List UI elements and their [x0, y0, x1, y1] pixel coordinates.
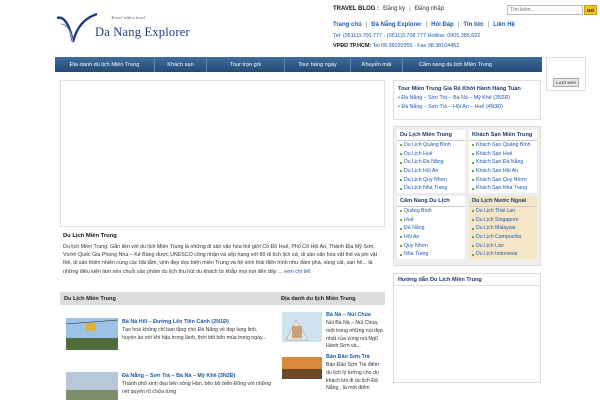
banner-slideshow[interactable] — [60, 80, 385, 227]
category-grid: Du Lịch Miền Trung Du Lịch Quảng Bình Du… — [393, 126, 541, 266]
contact-line-hcm: VPĐD TP.HCM: Tel 08.36020355 - Fax 08.38… — [333, 43, 459, 49]
category-link[interactable]: Quy Nhơn — [397, 242, 465, 251]
intro-title: Du Lịch Miền Trung — [63, 233, 117, 239]
category-link[interactable]: Khách Sạn Nha Trang — [469, 184, 537, 193]
category-link[interactable]: Quảng Bình — [397, 207, 465, 216]
post-title[interactable]: Bà Nà Hill – Đường Lên Tiên Cảnh (2N1Đ) — [122, 319, 229, 325]
search-button[interactable]: GO — [584, 5, 597, 15]
weekly-tours-title: Tour Miền Trung Giá Rẻ Khởi Hành Hàng Tu… — [398, 86, 521, 92]
category-link[interactable]: Du Lịch Campuchia — [469, 233, 537, 242]
post-thumbnail-ban-dao-son-tra[interactable] — [282, 357, 322, 379]
post-thumbnail-bana-hill[interactable] — [66, 318, 118, 350]
category-link[interactable]: Du Lịch Nha Trang — [397, 184, 465, 193]
topnav-news[interactable]: Tin tức — [463, 22, 483, 28]
topnav-separator: | — [425, 22, 428, 28]
category-link[interactable]: Du Lịch Lào — [469, 242, 537, 251]
category-link[interactable]: Du Lịch Quảng Bình — [397, 141, 465, 150]
header: Travel with a local Da Nang Explorer TRA… — [0, 0, 600, 56]
logo-swoosh-icon — [56, 12, 98, 43]
mainnav-destinations[interactable]: Địa danh du lịch Miền Trung — [55, 57, 155, 72]
search-input[interactable] — [507, 5, 583, 15]
contact-hcm-label: VPĐD TP.HCM: — [333, 43, 372, 49]
topnav-contact[interactable]: Liên Hệ — [493, 22, 515, 28]
left-box-title: Du Lịch Miền Trung — [64, 295, 116, 302]
logo[interactable]: Travel with a local Da Nang Explorer — [55, 12, 195, 50]
intro-read-more-link[interactable]: xem chi tiết — [284, 269, 311, 275]
post-excerpt: Thành phố xinh đẹp bên sông Hàn, bên bờ … — [122, 381, 272, 395]
category-link[interactable]: Khách Sạn Quảng Bình — [469, 141, 537, 150]
topnav-separator: | — [365, 22, 368, 28]
search-form: GO — [507, 5, 597, 15]
category-link[interactable]: Du Lịch Singapore — [469, 216, 537, 225]
logo-brand: Da Nang Explorer — [95, 25, 190, 39]
post-excerpt: Núi Bà Nà – Núi Chúa, một trong những nú… — [326, 320, 383, 350]
topnav-explorer[interactable]: Đà Nẵng Explorer — [371, 22, 421, 28]
category-link[interactable]: Hội An — [397, 233, 465, 242]
category-link[interactable]: Du Lịch Huế — [397, 150, 465, 159]
login-link[interactable]: Đăng nhập — [415, 6, 444, 12]
mainnav-travel-guide[interactable]: Cẩm nang du lịch Miền Trung — [403, 57, 508, 72]
post-excerpt: Tạo hoá không chỉ ban tặng cho Đà Nẵng v… — [122, 327, 267, 341]
category-column-central-travel: Du Lịch Miền Trung Du Lịch Quảng Bình Du… — [397, 130, 465, 194]
category-link[interactable]: Khách Sạn Quy Nhơn — [469, 176, 537, 185]
category-link[interactable]: Khách Sạn Hội An — [469, 167, 537, 176]
mid-box-title: Địa danh du lịch Miền Trung — [281, 295, 356, 302]
category-column-hotels: Khách Sạn Miền Trung Khách Sạn Quảng Bìn… — [469, 130, 537, 194]
mid-box-header: Địa danh du lịch Miền Trung — [277, 292, 385, 305]
guide-box-title: Hướng dẫn Du Lịch Miền Trung — [394, 274, 540, 286]
category-link[interactable]: Du Lịch Đà Nẵng — [397, 158, 465, 167]
contact-line-danang: Tel: (0511)3.700.777 - (0511)3.708.777 H… — [333, 33, 481, 39]
category-link[interactable]: Khách Sạn Huế — [469, 150, 537, 159]
weekly-tour-label: Đà Nẵng – Sơn Trà – Bà Nà – Mỹ Khê (3N2Đ… — [401, 95, 511, 101]
mainnav-package-tours[interactable]: Tour trọn gói — [207, 57, 285, 72]
post-thumbnail-nui-chua[interactable] — [282, 312, 322, 342]
top-navigation: Trang chủ | Đà Nẵng Explorer | Hỏi Đáp |… — [333, 22, 515, 28]
intro-paragraph: Du lịch Miền Trung: Gắn liền với du lịch… — [63, 244, 378, 275]
side-widget-button[interactable]: Lượt xem — [553, 78, 579, 87]
topnav-separator: | — [487, 22, 490, 28]
weekly-tour-item[interactable]: • Đà Nẵng – Sơn Trà – Hội An – Huế (4N3Đ… — [398, 104, 536, 110]
post-excerpt: Bán Đảo Sơn Trà điểm du lịch lý tưởng ch… — [326, 362, 379, 392]
guide-box: Hướng dẫn Du Lịch Miền Trung — [393, 273, 541, 383]
category-link[interactable]: Du Lịch Malaysia — [469, 224, 537, 233]
post-title[interactable]: Bà Nà – Núi Chúa — [326, 312, 371, 318]
category-link[interactable]: Đà Nẵng — [397, 224, 465, 233]
post-title[interactable]: Bán Đảo Sơn Trà — [326, 354, 370, 360]
mainnav-promotions[interactable]: Khuyến mãi — [351, 57, 403, 72]
category-link[interactable]: Du Lịch Thái Lan — [469, 207, 537, 216]
contact-hcm-numbers: Tel 08.36020355 - Fax 08.38104452 — [371, 43, 460, 49]
main-navigation: Địa danh du lịch Miền Trung Khách sạn To… — [55, 57, 542, 72]
logo-tagline: Travel with a local — [111, 15, 145, 20]
topnav-separator: | — [457, 22, 460, 28]
category-header[interactable]: Du Lịch Miền Trung — [397, 130, 465, 141]
category-header[interactable]: Cẩm Nang Du Lịch — [397, 196, 465, 207]
mainnav-hotels[interactable]: Khách sạn — [155, 57, 207, 72]
topbar-title: TRAVEL BLOG : — [333, 6, 380, 12]
mainnav-daily-tours[interactable]: Tour hàng ngày — [285, 57, 351, 72]
category-link[interactable]: Du Lịch Quy Nhơn — [397, 176, 465, 185]
category-header[interactable]: Khách Sạn Miền Trung — [469, 130, 537, 141]
category-link[interactable]: Du Lịch Hội An — [397, 167, 465, 176]
category-link[interactable]: Huế — [397, 216, 465, 225]
topbar-separator: | — [409, 6, 411, 12]
topnav-faq[interactable]: Hỏi Đáp — [431, 22, 454, 28]
topnav-home[interactable]: Trang chủ — [333, 22, 362, 28]
category-link[interactable]: Nha Trang — [397, 250, 465, 259]
category-column-abroad: Du Lịch Nước Ngoài Du Lịch Thái Lan Du L… — [469, 196, 537, 260]
category-column-guide: Cẩm Nang Du Lịch Quảng Bình Huế Đà Nẵng … — [397, 196, 465, 260]
weekly-tour-item[interactable]: • Đà Nẵng – Sơn Trà – Bà Nà – Mỹ Khê (3N… — [398, 95, 536, 101]
post-title[interactable]: Đà Nẵng – Sơn Trà – Bà Nà – Mỹ Khê (3N2Đ… — [122, 373, 235, 379]
category-link[interactable]: Du Lịch Indonesia — [469, 250, 537, 259]
side-widget: Lượt xem — [546, 57, 586, 91]
intro-text: Du lịch Miền Trung: Gắn liền với du lịch… — [63, 243, 385, 276]
post-thumbnail-son-tra[interactable] — [66, 372, 118, 400]
category-header[interactable]: Du Lịch Nước Ngoài — [469, 196, 537, 207]
topbar: TRAVEL BLOG : Đăng ký | Đăng nhập — [333, 6, 444, 12]
category-link[interactable]: Khách Sạn Đà Nẵng — [469, 158, 537, 167]
weekly-tours-box: Tour Miền Trung Giá Rẻ Khởi Hành Hàng Tu… — [393, 80, 541, 120]
register-link[interactable]: Đăng ký — [383, 6, 405, 12]
weekly-tour-label: Đà Nẵng – Sơn Trà – Hội An – Huế (4N3Đ) — [401, 104, 503, 110]
